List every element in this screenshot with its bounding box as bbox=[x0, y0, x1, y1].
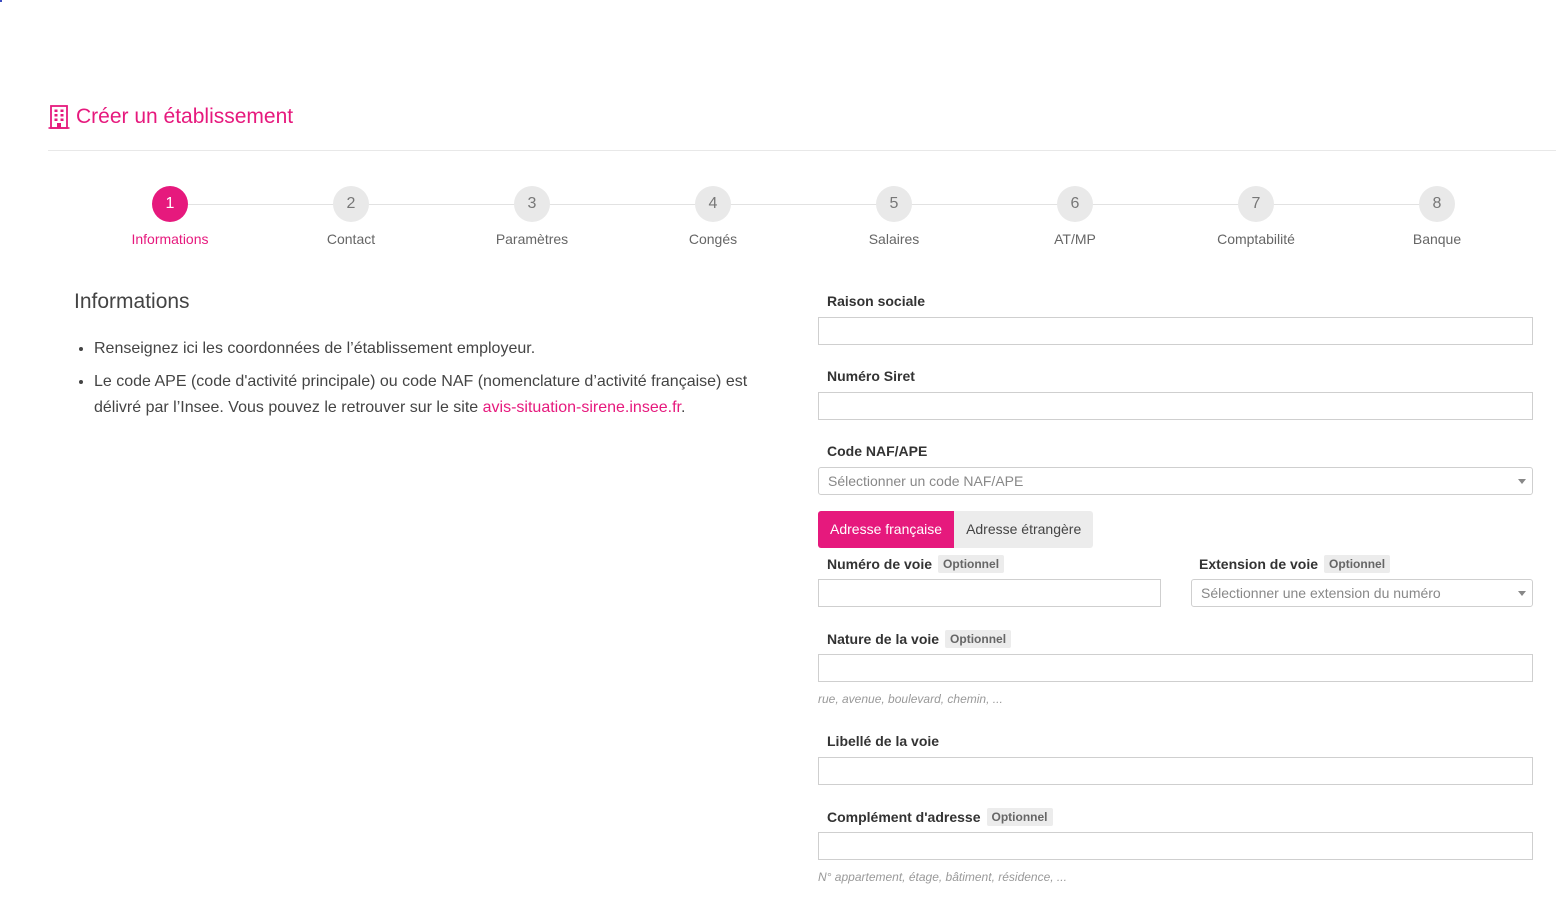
address-type-toggle: Adresse française Adresse étrangère bbox=[818, 511, 1094, 548]
label-text: Extension de voie bbox=[1199, 556, 1319, 572]
step-parametres[interactable]: 3 Paramètres bbox=[452, 186, 612, 247]
step-informations[interactable]: 1 Informations bbox=[90, 186, 250, 247]
label-text: Libellé de la voie bbox=[827, 733, 940, 749]
info-bullet-text: Renseignez ici les coordonnées de l’étab… bbox=[94, 340, 536, 357]
nature-voie-help: rue, avenue, boulevard, chemin, ... bbox=[818, 692, 1003, 706]
complement-input[interactable] bbox=[818, 832, 1533, 860]
complement-label: Complément d'adresse Optionnel bbox=[827, 808, 1053, 826]
label-text: Numéro de voie bbox=[827, 556, 933, 572]
chevron-down-icon bbox=[1518, 479, 1526, 484]
optional-badge: Optionnel bbox=[945, 630, 1012, 648]
step-number: 3 bbox=[514, 186, 550, 222]
extension-voie-select[interactable]: Sélectionner une extension du numéro bbox=[1191, 579, 1533, 607]
step-label: Contact bbox=[326, 231, 376, 247]
chevron-down-icon bbox=[1518, 591, 1526, 596]
naf-select[interactable]: Sélectionner un code NAF/APE bbox=[818, 467, 1533, 495]
info-panel: Informations Renseignez ici les coordonn… bbox=[74, 290, 774, 428]
label-text: Complément d'adresse bbox=[827, 809, 981, 825]
naf-select-placeholder: Sélectionner un code NAF/APE bbox=[828, 473, 1024, 489]
step-contact[interactable]: 2 Contact bbox=[271, 186, 431, 247]
naf-label: Code NAF/APE bbox=[827, 443, 927, 459]
libelle-voie-input[interactable] bbox=[818, 757, 1533, 785]
extension-voie-label: Extension de voie Optionnel bbox=[1199, 555, 1391, 573]
french-address-button[interactable]: Adresse française bbox=[818, 511, 955, 548]
optional-badge: Optionnel bbox=[938, 555, 1005, 573]
optional-badge: Optionnel bbox=[1324, 555, 1391, 573]
info-heading: Informations bbox=[74, 290, 190, 313]
sirene-link[interactable]: avis-situation-sirene.insee.fr bbox=[483, 399, 681, 416]
nature-voie-input[interactable] bbox=[818, 654, 1533, 682]
corner-dot bbox=[0, 0, 2, 2]
label-text: Numéro Siret bbox=[827, 368, 915, 384]
raison-sociale-input[interactable] bbox=[818, 317, 1533, 345]
label-text: Code NAF/APE bbox=[827, 443, 928, 459]
complement-help: N° appartement, étage, bâtiment, résiden… bbox=[818, 870, 1067, 884]
step-label: Informations bbox=[131, 231, 209, 247]
siret-input[interactable] bbox=[818, 392, 1533, 420]
siret-label: Numéro Siret bbox=[827, 368, 915, 384]
foreign-address-button[interactable]: Adresse étrangère bbox=[954, 511, 1094, 548]
raison-sociale-label: Raison sociale bbox=[827, 293, 925, 309]
label-text: Raison sociale bbox=[827, 293, 926, 309]
info-bullet-end: . bbox=[680, 399, 686, 416]
page-title: Créer un établissement bbox=[76, 105, 294, 128]
step-number: 4 bbox=[695, 186, 731, 222]
step-number: 1 bbox=[152, 186, 188, 222]
establishment-form: Raison sociale Numéro Siret Code NAF/APE… bbox=[818, 0, 1533, 909]
extension-voie-placeholder: Sélectionner une extension du numéro bbox=[1201, 585, 1441, 601]
label-text: Nature de la voie bbox=[827, 631, 940, 647]
building-icon bbox=[48, 105, 70, 129]
step-number: 2 bbox=[333, 186, 369, 222]
optional-badge: Optionnel bbox=[986, 808, 1053, 826]
title-wrap: Créer un établissement bbox=[48, 105, 293, 129]
numero-voie-input[interactable] bbox=[818, 579, 1161, 607]
numero-voie-label: Numéro de voie Optionnel bbox=[827, 555, 1005, 573]
step-label: Congés bbox=[688, 231, 738, 247]
info-bullet: Renseignez ici les coordonnées de l’étab… bbox=[94, 336, 774, 362]
nature-voie-label: Nature de la voie Optionnel bbox=[827, 630, 1012, 648]
step-conges[interactable]: 4 Congés bbox=[633, 186, 793, 247]
step-label: Paramètres bbox=[495, 231, 569, 247]
info-bullet: Le code APE (code d'activité principale)… bbox=[94, 369, 774, 421]
libelle-voie-label: Libellé de la voie bbox=[827, 733, 939, 749]
info-list: Renseignez ici les coordonnées de l’étab… bbox=[74, 336, 774, 421]
